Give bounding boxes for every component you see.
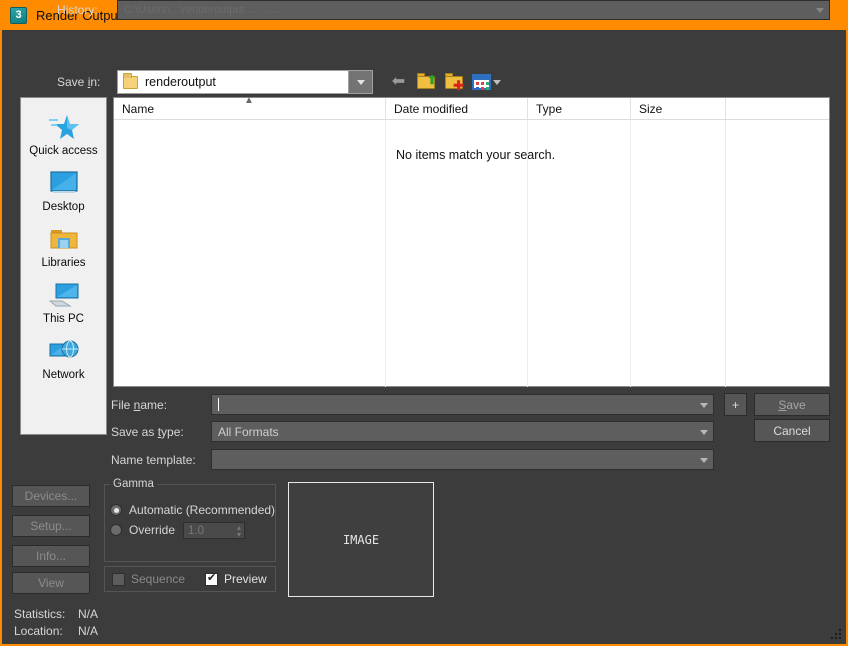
folder-icon — [123, 72, 138, 89]
star-icon — [21, 110, 106, 144]
statistics-label: Statistics: — [14, 607, 66, 621]
column-header-type[interactable]: Type — [528, 98, 631, 119]
sidebar-item-label: Libraries — [41, 257, 86, 269]
add-button[interactable]: + — [724, 393, 747, 416]
sidebar-item-this-pc[interactable]: This PC — [21, 278, 106, 325]
checkbox-unchecked-icon — [112, 572, 125, 586]
file-list-header: Name ▲ Date modified Type Size — [114, 95, 829, 120]
gamma-group-title: Gamma — [110, 478, 157, 490]
name-template-label: Name template: — [111, 453, 196, 467]
gamma-automatic-label: Automatic (Recommended) — [129, 503, 276, 517]
sidebar-item-label: Quick access — [29, 145, 98, 157]
file-name-input[interactable] — [211, 394, 714, 415]
image-preview-placeholder: IMAGE — [342, 532, 380, 547]
statistics-value: N/A — [78, 607, 99, 621]
save-as-type-value: All Formats — [218, 424, 279, 439]
gamma-override-spinner[interactable]: 1.0 ▴ ▾ — [183, 522, 245, 539]
monitor-icon — [21, 166, 106, 200]
history-value: C:\Users\...\renderoutput ... ... ... — [124, 4, 282, 16]
sort-ascending-icon: ▲ — [244, 95, 254, 106]
chevron-down-icon[interactable] — [700, 429, 708, 435]
checkbox-checked-icon — [205, 571, 218, 586]
places-sidebar: Quick access Desktop Libraries This PC N… — [20, 97, 107, 435]
chevron-down-icon[interactable] — [700, 457, 708, 463]
save-in-combo[interactable]: renderoutput — [117, 70, 373, 94]
radio-selected-icon — [110, 504, 122, 516]
gamma-automatic-radio[interactable]: Automatic (Recommended) — [110, 503, 275, 517]
sidebar-item-label: This PC — [43, 313, 84, 325]
gamma-override-label: Override — [129, 523, 176, 537]
back-arrow-icon[interactable]: ⬅ — [388, 72, 409, 92]
save-button[interactable]: Save — [754, 393, 830, 416]
3dsmax-icon: 3 — [10, 6, 27, 24]
sidebar-item-network[interactable]: Network — [21, 334, 106, 381]
file-name-label: File name: — [111, 398, 168, 412]
location-label: Location: — [14, 624, 63, 638]
views-icon — [472, 74, 491, 90]
chevron-down-icon[interactable] — [493, 79, 501, 85]
column-header-date-modified[interactable]: Date modified — [386, 98, 528, 119]
info-button[interactable]: Info... — [12, 545, 90, 567]
computer-icon — [21, 278, 106, 312]
sidebar-item-label: Network — [42, 369, 85, 381]
network-globe-icon — [21, 334, 106, 368]
save-in-label: Save in: — [57, 75, 101, 89]
spinner-arrows-icon[interactable]: ▴ ▾ — [237, 524, 241, 539]
up-one-level-icon[interactable]: ⬆ — [416, 72, 437, 92]
gamma-override-radio[interactable]: Override — [110, 523, 175, 537]
devices-button[interactable]: Devices... — [12, 485, 90, 507]
libraries-folder-icon — [21, 222, 106, 256]
save-as-type-select[interactable]: All Formats — [211, 421, 714, 442]
save-in-value: renderoutput — [145, 75, 216, 89]
chevron-down-icon[interactable] — [816, 8, 824, 13]
save-as-type-label: Save as type: — [111, 425, 184, 439]
setup-button[interactable]: Setup... — [12, 515, 90, 537]
location-value: N/A — [78, 624, 99, 638]
name-template-select[interactable] — [211, 449, 714, 470]
sidebar-item-desktop[interactable]: Desktop — [21, 166, 106, 213]
cancel-button[interactable]: Cancel — [754, 419, 830, 442]
sequence-checkbox[interactable]: Sequence — [112, 572, 185, 586]
file-list-body[interactable]: No items match your search. — [114, 120, 829, 387]
gamma-override-value: 1.0 — [188, 524, 204, 537]
column-header-size[interactable]: Size — [631, 98, 726, 119]
image-preview[interactable]: IMAGE — [288, 482, 434, 597]
column-header-blank[interactable] — [726, 98, 829, 119]
chevron-down-icon[interactable] — [700, 402, 708, 408]
history-combo[interactable]: C:\Users\...\renderoutput ... ... ... — [117, 0, 830, 20]
file-list[interactable]: Name ▲ Date modified Type Size No items … — [113, 95, 830, 387]
view-button[interactable]: View — [12, 572, 90, 594]
new-folder-icon[interactable]: ✚ — [444, 72, 465, 92]
sidebar-item-label: Desktop — [42, 201, 85, 213]
views-button[interactable] — [472, 74, 501, 90]
chevron-down-icon[interactable] — [348, 71, 372, 93]
sidebar-item-quick-access[interactable]: Quick access — [21, 110, 106, 157]
radio-unselected-icon — [110, 524, 122, 536]
history-label: History: — [57, 3, 98, 17]
preview-checkbox[interactable]: Preview — [205, 571, 267, 586]
text-caret — [218, 398, 219, 411]
empty-state-message: No items match your search. — [396, 148, 556, 162]
preview-label: Preview — [224, 572, 267, 586]
sequence-label: Sequence — [131, 572, 186, 586]
resize-grip[interactable] — [830, 629, 842, 641]
column-header-name[interactable]: Name ▲ — [114, 95, 386, 119]
sidebar-item-libraries[interactable]: Libraries — [21, 222, 106, 269]
file-toolbar: ⬅ ⬆ ✚ — [388, 72, 501, 92]
render-output-file-dialog: 3 Render Output File ✕ History: C:\Users… — [0, 0, 848, 646]
